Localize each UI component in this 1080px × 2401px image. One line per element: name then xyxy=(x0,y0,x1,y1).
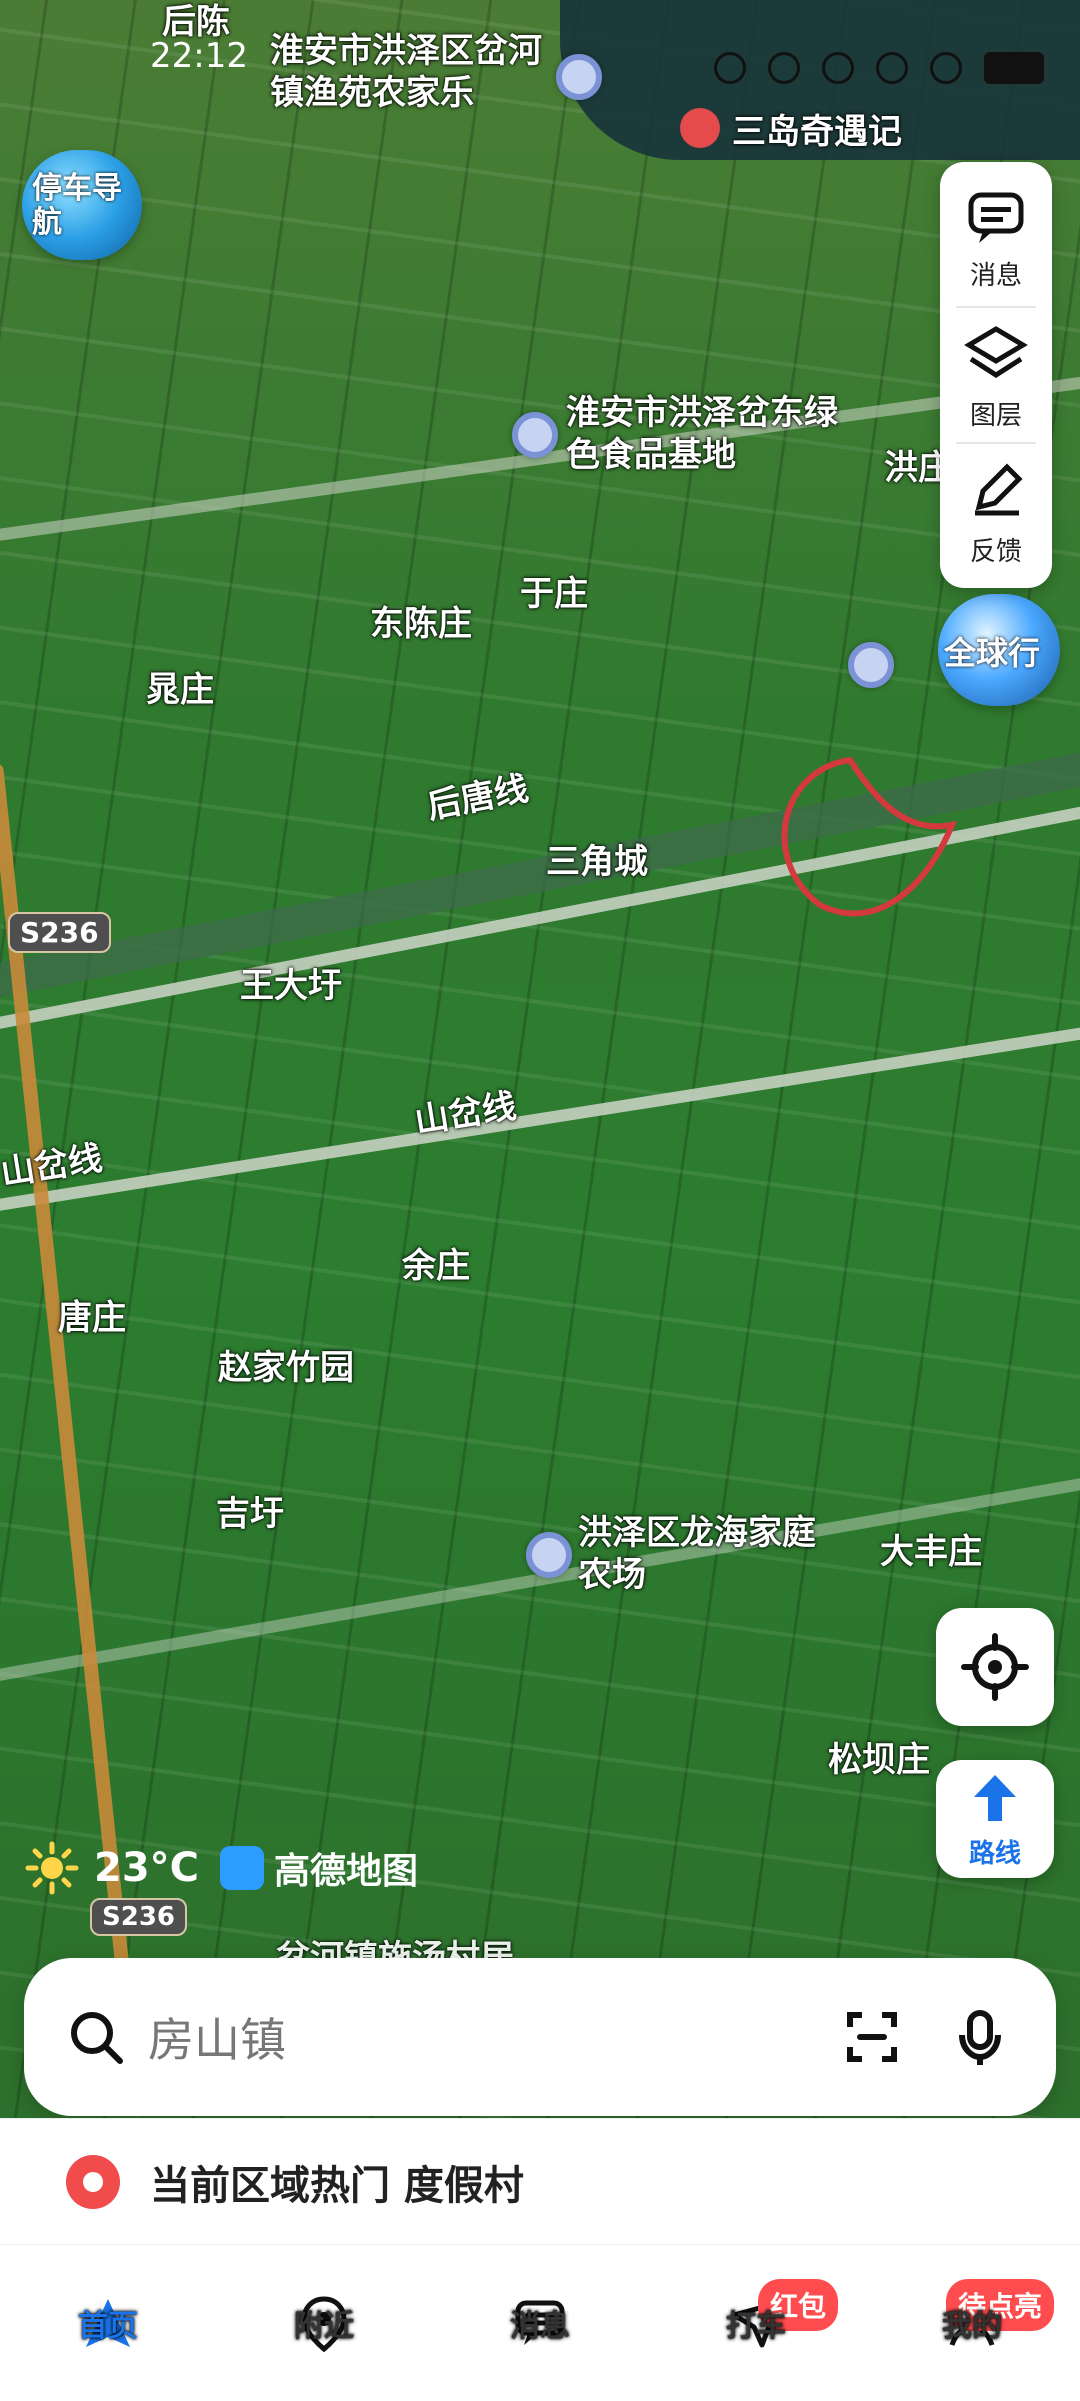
layers-icon xyxy=(964,325,1028,378)
hand-drawn-circle xyxy=(781,757,957,917)
map-label: 吉圩 xyxy=(216,1494,284,1534)
nav-messages[interactable]: 消息 xyxy=(432,2293,648,2353)
hd-icon xyxy=(876,52,908,84)
map-label: 三角城 xyxy=(546,842,648,882)
message-icon xyxy=(968,192,1024,243)
status-icons xyxy=(714,52,1044,84)
map-label: 松坝庄 xyxy=(828,1740,930,1780)
map-label: 晁庄 xyxy=(146,670,214,710)
locate-button[interactable] xyxy=(936,1608,1054,1726)
feedback-button[interactable]: 反馈 xyxy=(940,444,1052,578)
route-button[interactable]: 路线 xyxy=(936,1760,1054,1878)
nav-taxi[interactable]: 红包 打车 xyxy=(648,2279,864,2353)
route-arrow-icon xyxy=(974,1774,1016,1821)
wifi-icon xyxy=(822,52,854,84)
map-label: 于庄 xyxy=(520,574,588,614)
nav-messages-label: 消息 xyxy=(510,2309,570,2344)
road-tag: S236 xyxy=(90,1898,187,1936)
location-icon xyxy=(714,52,746,84)
search-bar[interactable]: 房山镇 xyxy=(24,1958,1056,2116)
signal-icon xyxy=(930,52,962,84)
map-label: 东陈庄 xyxy=(370,604,472,644)
poi-marker[interactable] xyxy=(512,412,558,458)
map-label: 大丰庄 xyxy=(880,1532,982,1572)
map-label: 淮安市洪泽区岔河镇渔苑农家乐 xyxy=(270,31,542,113)
amap-logo-icon xyxy=(220,1846,264,1890)
map-label: 洪泽区龙海家庭农场 xyxy=(578,1513,816,1595)
locate-icon xyxy=(961,1633,1029,1701)
amap-brand: 高德地图 xyxy=(220,1842,418,1894)
nav-profile[interactable]: 待点亮 我的 xyxy=(864,2279,1080,2353)
global-travel-text: 全球行 xyxy=(944,634,1041,672)
map-label: 赵家竹园 xyxy=(218,1348,354,1388)
map-controls-panel: 消息 图层 反馈 xyxy=(940,162,1052,588)
search-icon xyxy=(64,2005,128,2069)
battery-icon xyxy=(984,52,1044,84)
nav-profile-label: 我的 xyxy=(942,2309,1002,2344)
map-label: 唐庄 xyxy=(58,1298,126,1338)
bottom-navigation: 首页 附近 消息 红包 打车 待点亮 我的 xyxy=(0,2244,1080,2401)
map-label: 王大圩 xyxy=(240,966,342,1006)
parking-navigation-logo[interactable]: 停车导航 xyxy=(22,150,142,260)
layers-button[interactable]: 图层 xyxy=(940,308,1052,442)
nav-nearby[interactable]: 附近 xyxy=(216,2293,432,2353)
weather-widget: 23°C xyxy=(24,1840,199,1896)
hot-area-text: 当前区域热门 度假村 xyxy=(150,2163,524,2209)
messages-label: 消息 xyxy=(969,260,1022,291)
layers-label: 图层 xyxy=(969,400,1022,431)
poi-marker[interactable] xyxy=(848,642,894,688)
route-label: 路线 xyxy=(968,1838,1021,1869)
nav-taxi-label: 打车 xyxy=(726,2309,786,2344)
sun-icon xyxy=(25,1841,79,1895)
global-travel-logo[interactable]: 全球行 xyxy=(938,594,1060,706)
messages-button[interactable]: 消息 xyxy=(940,172,1052,306)
poi-marker[interactable] xyxy=(556,54,602,100)
pen-icon xyxy=(975,462,1023,515)
voice-search-icon[interactable] xyxy=(948,2005,1012,2069)
feedback-label: 反馈 xyxy=(969,536,1022,567)
nav-nearby-label: 附近 xyxy=(294,2309,354,2344)
poi-marker-red[interactable] xyxy=(680,108,720,148)
road-tag: S236 xyxy=(8,912,111,953)
amap-brand-label: 高德地图 xyxy=(274,1851,419,1892)
map-view[interactable]: 22:12 停车导航 全球行 后陈 淮安市洪泽区岔河镇渔苑农家乐 三岛奇遇记 淮… xyxy=(0,0,1080,2120)
mic-status-icon xyxy=(768,52,800,84)
map-label: 余庄 xyxy=(402,1246,470,1286)
map-label: 三岛奇遇记 xyxy=(732,112,902,152)
map-label: 淮安市洪泽岔东绿色食品基地 xyxy=(566,393,838,475)
poi-marker[interactable] xyxy=(526,1532,572,1578)
nav-home[interactable]: 首页 xyxy=(0,2293,216,2353)
nav-home-label: 首页 xyxy=(78,2309,138,2344)
temperature: 23°C xyxy=(94,1845,200,1891)
hot-area-banner[interactable]: 当前区域热门 度假村 xyxy=(0,2118,1080,2245)
parking-navigation-text: 停车导航 xyxy=(32,171,122,240)
map-label: 后陈 xyxy=(162,2,230,42)
scan-icon[interactable] xyxy=(840,2005,904,2069)
search-placeholder[interactable]: 房山镇 xyxy=(148,2004,840,2070)
location-pin-icon xyxy=(66,2155,120,2209)
